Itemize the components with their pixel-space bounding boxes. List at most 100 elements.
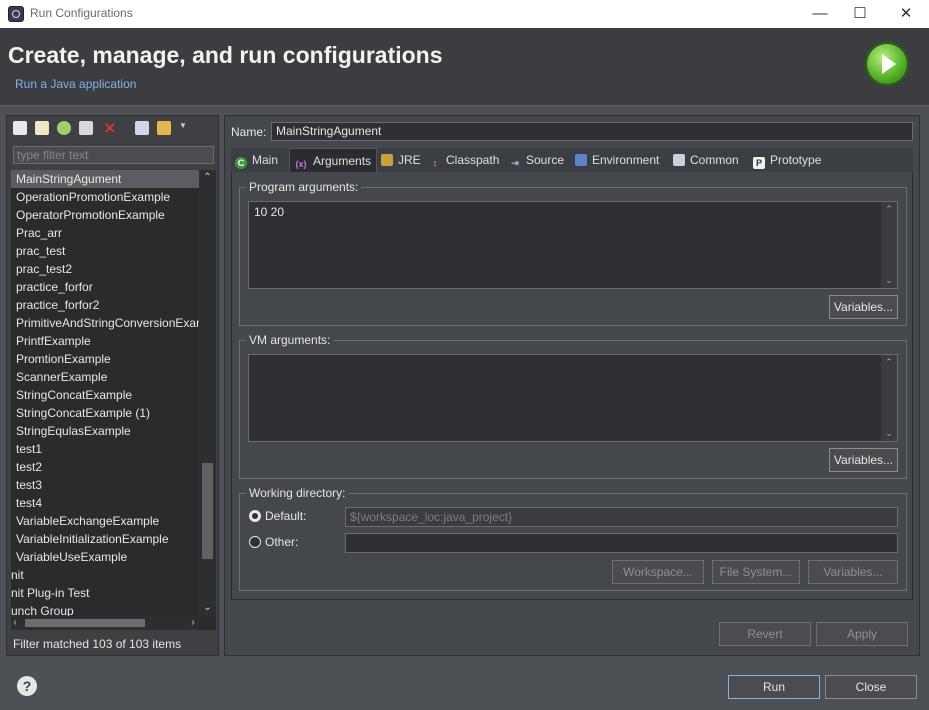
close-window-button[interactable]: ✕ [891,4,921,24]
scroll-up-icon[interactable]: ⌃ [199,170,216,186]
program-arguments-group: Program arguments: 10 20 ⌃ ⌄ Variables... [239,180,907,326]
scroll-down-icon[interactable]: ⌄ [199,600,216,616]
source-icon: ⇥ [511,158,519,168]
working-directory-group: Working directory: Default: ${workspace_… [239,486,907,591]
class-icon: C [235,157,247,169]
help-icon[interactable]: ? [17,676,37,696]
other-label: Other: [265,535,299,549]
library-icon [381,154,393,166]
new-prototype-icon[interactable] [35,121,49,135]
default-radio[interactable] [249,510,261,522]
list-item[interactable]: PrintfExample [11,332,199,350]
list-item[interactable]: nit Plug-in Test [11,584,199,602]
environment-icon [575,154,587,166]
vm-variables-button[interactable]: Variables... [829,448,898,472]
working-dir-variables-button[interactable]: Variables... [808,560,898,584]
tab-classpath[interactable]: ↕ Classpath [425,148,505,172]
program-arguments-textarea[interactable]: 10 20 ⌃ ⌄ [248,201,898,289]
configuration-editor: Name: MainStringAgument C Main (x) Argumen… [224,115,920,656]
list-item[interactable]: StringConcatExample [11,386,199,404]
new-configuration-icon[interactable] [13,121,27,135]
minimize-button[interactable]: — [805,4,835,24]
name-label: Name: [231,125,267,139]
other-directory-field[interactable] [345,533,898,553]
filter-input[interactable] [13,146,214,164]
list-item[interactable]: VariableInitializationExample [11,530,199,548]
run-button[interactable]: Run [728,675,820,699]
list-item[interactable]: practice_forfor2 [11,296,199,314]
delete-icon[interactable]: ✕ [103,121,117,135]
window-title-bar: Run Configurations — ☐ ✕ [0,0,929,28]
list-item[interactable]: test1 [11,440,199,458]
list-item[interactable]: test3 [11,476,199,494]
configuration-tree: MainStringAgument OperationPromotionExam… [11,170,216,630]
tab-main[interactable]: C Main [231,148,287,172]
eclipse-app-icon [8,6,24,22]
tab-source[interactable]: ⇥ Source [505,148,569,172]
program-arguments-label: Program arguments: [246,180,362,194]
list-item[interactable]: prac_test [11,242,199,260]
list-item[interactable]: StringEqulasExample [11,422,199,440]
scroll-thumb[interactable] [25,619,145,627]
list-item[interactable]: nit [11,566,199,584]
filter-menu-icon[interactable] [157,121,171,135]
tab-prototype[interactable]: P Prototype [749,148,825,172]
scroll-left-icon[interactable]: ‹ [11,615,21,630]
arguments-tab-content: Program arguments: 10 20 ⌃ ⌄ Variables...… [231,172,913,600]
vertical-scrollbar[interactable]: ⌃ ⌄ [199,170,216,616]
list-item[interactable]: test2 [11,458,199,476]
list-item[interactable]: practice_forfor [11,278,199,296]
tab-jre[interactable]: JRE [377,148,423,172]
configuration-list: MainStringAgument OperationPromotionExam… [11,170,199,616]
run-banner-icon [865,42,909,86]
list-item[interactable]: VariableUseExample [11,548,199,566]
textarea-scrollbar[interactable]: ⌃ ⌄ [881,202,897,288]
tab-environment[interactable]: Environment [571,148,663,172]
chevron-down-icon[interactable]: ▼ [179,121,187,135]
scroll-thumb[interactable] [202,463,213,559]
apply-button[interactable]: Apply [816,622,908,646]
file-system-button[interactable]: File System... [712,560,800,584]
dialog-header: Create, manage, and run configurations R… [0,28,929,106]
list-item[interactable]: ScannerExample [11,368,199,386]
vm-arguments-group: VM arguments: ⌃ ⌄ Variables... [239,333,907,479]
filter-status: Filter matched 103 of 103 items [13,637,182,651]
list-item[interactable]: StringConcatExample (1) [11,404,199,422]
other-radio[interactable] [249,536,261,548]
textarea-scrollbar[interactable]: ⌃ ⌄ [881,355,897,441]
revert-button[interactable]: Revert [719,622,811,646]
default-directory-field: ${workspace_loc:java_project} [345,507,898,527]
horizontal-scrollbar[interactable]: ‹ › [11,616,199,630]
export-icon[interactable] [57,121,71,135]
default-label: Default: [265,509,307,523]
program-variables-button[interactable]: Variables... [829,295,898,319]
list-item[interactable]: MainStringAgument [11,170,199,188]
tab-common[interactable]: Common [669,148,743,172]
classpath-icon: ↕ [432,158,438,168]
list-item[interactable]: OperationPromotionExample [11,188,199,206]
list-item[interactable]: test4 [11,494,199,512]
common-icon [673,154,685,166]
maximize-button[interactable]: ☐ [845,4,875,24]
arguments-icon: (x) [295,159,307,169]
workspace-button[interactable]: Workspace... [612,560,704,584]
list-item[interactable]: OperatorPromotionExample [11,206,199,224]
list-item[interactable]: VariableExchangeExample [11,512,199,530]
dialog-subtitle: Run a Java application [15,77,137,91]
close-button[interactable]: Close [825,675,917,699]
list-item[interactable]: Prac_arr [11,224,199,242]
list-item[interactable]: prac_test2 [11,260,199,278]
name-field[interactable]: MainStringAgument [271,122,913,141]
tab-arguments[interactable]: (x) Arguments [289,148,377,172]
dialog-title: Create, manage, and run configurations [8,42,443,68]
list-item[interactable]: unch Group [11,602,199,616]
working-directory-label: Working directory: [246,486,349,500]
scroll-right-icon[interactable]: › [187,615,199,630]
list-item[interactable]: PromtionExample [11,350,199,368]
list-item[interactable]: PrimitiveAndStringConversionExam [11,314,199,332]
vm-arguments-textarea[interactable]: ⌃ ⌄ [248,354,898,442]
tab-bar: C Main (x) Arguments JRE ↕ Classpath ⇥ Sourc… [231,148,913,172]
collapse-all-icon[interactable] [135,121,149,135]
vm-arguments-label: VM arguments: [246,333,334,347]
duplicate-icon[interactable] [79,121,93,135]
